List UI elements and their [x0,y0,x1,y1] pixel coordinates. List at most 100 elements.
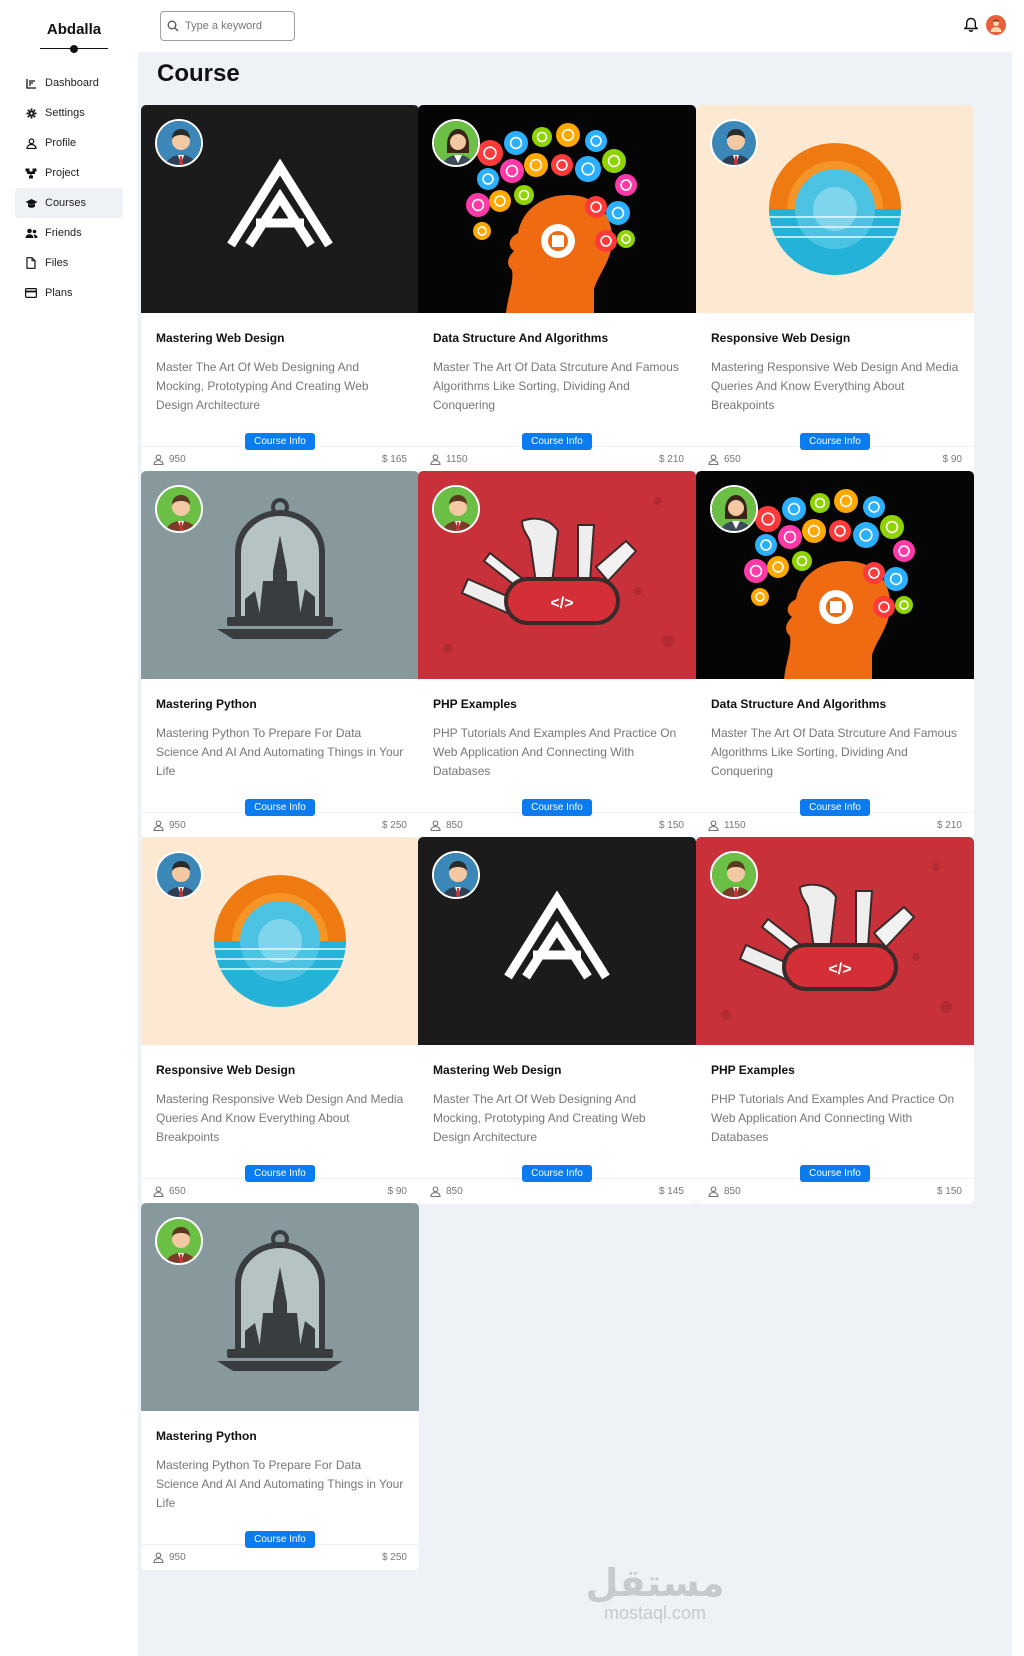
course-card[interactable]: </> PHP Examples PHP Tutorials And Examp… [696,837,974,1204]
course-description: Mastering Responsive Web Design And Medi… [711,360,959,412]
svg-text:</>: </> [828,961,851,978]
course-card[interactable]: Data Structure And Algorithms Master The… [696,471,974,838]
author-avatar [155,119,203,167]
user-icon [153,454,164,465]
students-count: 850 [708,1186,741,1197]
author-avatar [155,485,203,533]
students-value: 650 [724,454,741,465]
students-count: 1150 [708,820,746,831]
sidebar-item-label: Courses [45,197,86,209]
course-image: </> [696,837,974,1045]
course-card[interactable]: Data Structure And Algorithms Master The… [418,105,696,472]
course-image [141,837,419,1045]
course-image [141,1203,419,1411]
author-avatar [155,1217,203,1265]
search-input[interactable] [185,20,285,32]
gear-icon [23,107,39,119]
user-icon [153,820,164,831]
sidebar-item-friends[interactable]: Friends [15,218,123,248]
course-title: PHP Examples [711,1063,795,1077]
author-avatar [155,851,203,899]
search-box[interactable] [160,11,295,41]
course-info-button[interactable]: Course Info [522,1165,592,1182]
course-info-button[interactable]: Course Info [800,1165,870,1182]
course-info-button[interactable]: Course Info [800,433,870,450]
students-value: 950 [169,1552,186,1563]
course-title: Mastering Python [156,697,257,711]
svg-text:</>: </> [550,595,573,612]
course-info-button[interactable]: Course Info [522,433,592,450]
sidebar-item-dashboard[interactable]: Dashboard [15,68,123,98]
author-avatar [432,119,480,167]
sidebar-nav: Dashboard Settings Profile Project Cours… [15,68,123,308]
course-description: Mastering Python To Prepare For Data Sci… [156,726,404,778]
user-icon [430,454,441,465]
sidebar-item-settings[interactable]: Settings [15,98,123,128]
bell-icon[interactable] [963,17,979,33]
sidebar-item-label: Plans [45,287,73,299]
author-avatar [432,851,480,899]
course-price: $ 90 [942,454,962,465]
course-title: Data Structure And Algorithms [711,697,887,711]
brand-name: Abdalla [46,21,102,38]
users-icon [23,228,39,239]
course-card[interactable]: Mastering Web Design Master The Art Of W… [141,105,419,472]
user-avatar-icon[interactable] [986,15,1006,35]
sidebar-item-label: Settings [45,107,85,119]
course-info-button[interactable]: Course Info [800,799,870,816]
course-card[interactable]: </> PHP Examples PHP Tutorials And Examp… [418,471,696,838]
course-image [418,837,696,1045]
students-count: 850 [430,1186,463,1197]
students-value: 850 [724,1186,741,1197]
course-title: Data Structure And Algorithms [433,331,609,345]
course-info-button[interactable]: Course Info [245,433,315,450]
course-image: </> [418,471,696,679]
file-icon [23,257,39,269]
students-value: 1150 [446,454,468,465]
course-price: $ 250 [381,1552,407,1563]
author-avatar [432,485,480,533]
sidebar-item-label: Project [45,167,80,179]
course-info-button[interactable]: Course Info [522,799,592,816]
course-price: $ 210 [936,820,962,831]
course-card[interactable]: Responsive Web Design Mastering Responsi… [696,105,974,472]
chart-icon [23,78,39,89]
course-price: $ 165 [381,454,407,465]
sidebar-item-profile[interactable]: Profile [15,128,123,158]
sidebar-item-files[interactable]: Files [15,248,123,278]
course-price: $ 250 [381,820,407,831]
course-card[interactable]: Mastering Python Mastering Python To Pre… [141,471,419,838]
course-info-button[interactable]: Course Info [245,1165,315,1182]
course-description: Master The Art Of Data Strcuture And Fam… [711,726,957,778]
watermark-latin: mostaql.com [603,1603,707,1623]
course-image [141,471,419,679]
user-icon [430,1186,441,1197]
course-image [696,105,974,313]
students-value: 950 [169,820,186,831]
course-description: Master The Art Of Web Designing And Mock… [156,360,369,412]
course-info-button[interactable]: Course Info [245,799,315,816]
course-title: Mastering Python [156,1429,257,1443]
students-count: 950 [153,1552,186,1563]
user-icon [708,454,719,465]
students-count: 1150 [430,454,468,465]
students-count: 950 [153,454,186,465]
course-info-button[interactable]: Course Info [245,1531,315,1548]
course-description: PHP Tutorials And Examples And Practice … [433,726,677,778]
sidebar-item-courses[interactable]: Courses [15,188,123,218]
user-icon [708,820,719,831]
author-avatar [710,119,758,167]
course-description: Master The Art Of Web Designing And Mock… [433,1092,646,1144]
course-card[interactable]: Mastering Web Design Master The Art Of W… [418,837,696,1204]
sidebar-item-project[interactable]: Project [15,158,123,188]
sidebar-item-plans[interactable]: Plans [15,278,123,308]
sidebar-item-label: Profile [45,137,77,149]
course-price: $ 90 [387,1186,407,1197]
course-card[interactable]: Mastering Python Mastering Python To Pre… [141,1203,419,1570]
students-value: 850 [446,820,463,831]
user-icon [708,1186,719,1197]
students-count: 950 [153,820,186,831]
course-title: Mastering Web Design [156,331,285,345]
students-value: 850 [446,1186,463,1197]
course-card[interactable]: Responsive Web Design Mastering Responsi… [141,837,419,1204]
